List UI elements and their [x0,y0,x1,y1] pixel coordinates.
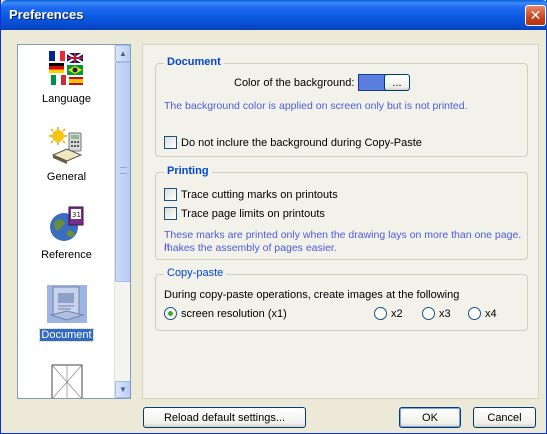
flags-icon [47,49,87,87]
group-title: Copy-paste [164,267,227,279]
exclude-background-row[interactable]: Do not inclure the background during Cop… [164,136,422,149]
bg-color-note: The background color is applied on scree… [164,100,468,112]
radio-button[interactable] [468,307,481,320]
title-bar[interactable]: Preferences ✕ [1,0,547,30]
checkbox-label: Trace cutting marks on printouts [181,188,338,201]
group-title: Printing [164,165,212,177]
browse-color-button[interactable]: ... [384,74,410,91]
globe-book-icon: 31 [47,205,87,243]
sidebar-item-label: General [46,171,87,183]
grip-icon [120,167,127,174]
group-title: Document [164,56,224,68]
radio-x2[interactable]: x2 [374,307,403,320]
sidebar-item-label: Reference [41,249,92,261]
preferences-window: Preferences ✕ Language General 31 Refere… [0,0,547,434]
scroll-down-button[interactable]: ▼ [115,381,130,398]
sidebar-item-document[interactable]: Document [18,285,115,342]
window-title: Preferences [9,7,84,22]
radio-button[interactable] [422,307,435,320]
sidebar-item-language[interactable]: Language [18,49,115,105]
copy-paste-group: Copy-paste During copy-paste operations,… [155,267,528,331]
cancel-button[interactable]: Cancel [473,407,536,428]
trace-cutting-checkbox[interactable] [164,188,177,201]
copy-paste-description: During copy-paste operations, create ima… [164,289,460,301]
printing-note-line-2: makes the assembly of pages easier. [164,242,337,254]
background-color-row: Color of the background: [234,74,391,91]
general-settings-icon [47,127,87,165]
sidebar-item-general[interactable]: General [18,127,115,183]
trace-cutting-row[interactable]: Trace cutting marks on printouts [164,188,338,201]
radio-x3[interactable]: x3 [422,307,451,320]
printing-group: Printing Trace cutting marks on printout… [155,165,528,260]
button-label: Cancel [487,411,522,424]
sidebar-item-label: Document [39,328,94,342]
page-layout-icon [47,363,87,398]
chevron-up-icon: ▲ [119,49,127,58]
chevron-down-icon: ▼ [119,385,127,394]
category-list: Language General 31 Reference Document [18,45,115,398]
close-button[interactable]: ✕ [525,5,546,26]
sidebar-item-label: Language [42,93,91,105]
settings-panel: Document Color of the background: ... Th… [142,44,539,399]
radio-button[interactable] [164,307,177,320]
checkbox-label: Trace page limits on printouts [181,207,325,220]
radio-label: x4 [485,307,497,320]
radio-screen-resolution[interactable]: screen resolution (x1) [164,307,287,320]
trace-limits-checkbox[interactable] [164,207,177,220]
browse-button-label: ... [392,76,402,89]
exclude-background-checkbox[interactable] [164,136,177,149]
bg-color-label: Color of the background: [234,76,355,89]
document-icon [46,285,87,323]
reload-defaults-button[interactable]: Reload default settings... [143,407,306,428]
document-group: Document Color of the background: ... Th… [155,56,528,157]
category-sidebar: Language General 31 Reference Document ▲… [17,44,131,399]
radio-label: screen resolution (x1) [181,307,287,320]
radio-button[interactable] [374,307,387,320]
close-icon: ✕ [529,7,542,23]
radio-x4[interactable]: x4 [468,307,497,320]
trace-limits-row[interactable]: Trace page limits on printouts [164,207,325,220]
svg-text:31: 31 [72,211,81,219]
scroll-thumb[interactable] [115,62,130,282]
ok-button[interactable]: OK [399,407,461,428]
radio-label: x3 [439,307,451,320]
button-label: OK [422,411,438,424]
radio-label: x2 [391,307,403,320]
checkbox-label: Do not inclure the background during Cop… [181,136,422,149]
button-label: Reload default settings... [163,411,286,424]
sidebar-scrollbar[interactable]: ▲ ▼ [114,45,130,398]
sidebar-item-page-layout[interactable] [18,363,115,398]
sidebar-item-reference[interactable]: 31 Reference [18,205,115,261]
scroll-up-button[interactable]: ▲ [115,45,130,62]
